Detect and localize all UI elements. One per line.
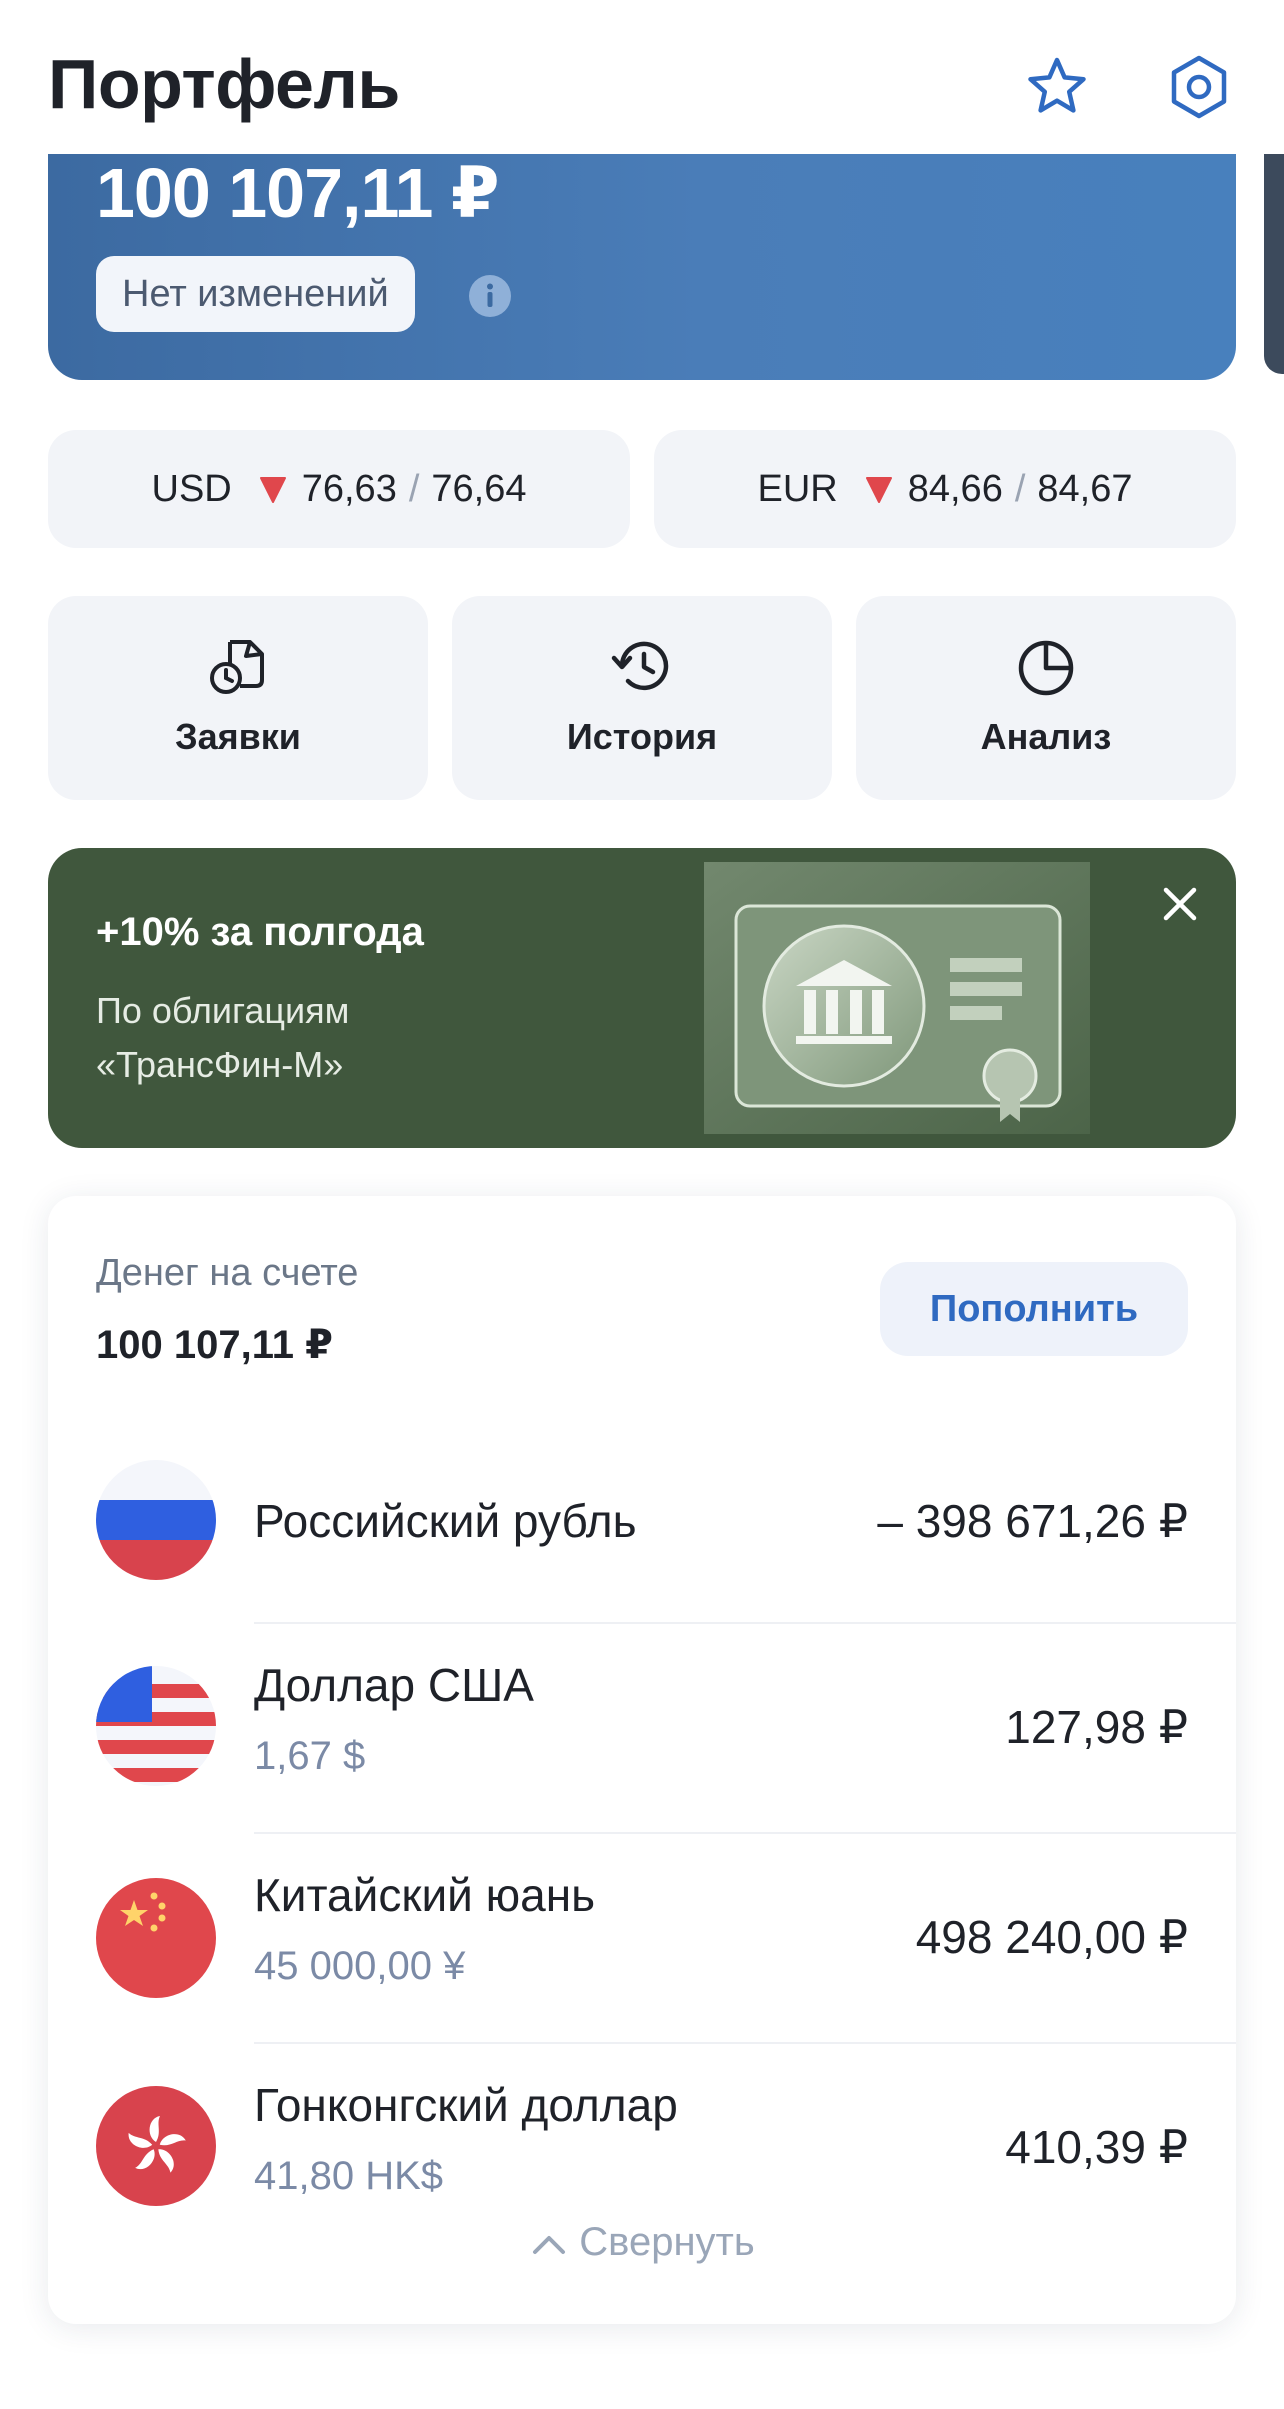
orders-icon bbox=[210, 640, 264, 694]
history-icon bbox=[611, 641, 669, 691]
currency-row-usd[interactable]: Доллар США 1,67 $ 127,98 ₽ bbox=[48, 1624, 1236, 1834]
currency-value: 410,39 ₽ bbox=[1005, 2121, 1188, 2173]
close-icon[interactable] bbox=[1158, 882, 1202, 926]
balance-card[interactable]: 100 107,11 ₽ Нет изменений bbox=[48, 120, 1236, 380]
promo-title: +10% за полгода bbox=[96, 910, 424, 954]
currency-value: 498 240,00 ₽ bbox=[915, 1911, 1188, 1963]
history-button[interactable]: История bbox=[452, 596, 832, 800]
promo-subtitle: По облигациям «ТрансФин-М» bbox=[96, 990, 350, 1085]
rate-code: EUR bbox=[757, 467, 838, 510]
topup-button[interactable]: Пополнить bbox=[880, 1262, 1188, 1356]
next-card-peek[interactable] bbox=[1264, 150, 1284, 374]
russia-flag-icon bbox=[96, 1460, 216, 1580]
hongkong-flag-icon bbox=[96, 2086, 216, 2206]
account-money-card: Денег на счете 100 107,11 ₽ Пополнить Ро… bbox=[48, 1196, 1236, 2324]
money-label: Денег на счете bbox=[96, 1252, 359, 1294]
orders-button[interactable]: Заявки bbox=[48, 596, 428, 800]
analytics-label: Анализ bbox=[980, 716, 1112, 757]
china-flag-icon bbox=[96, 1878, 216, 1998]
rate-buy: 76,63 bbox=[301, 467, 397, 510]
down-triangle-icon bbox=[865, 477, 892, 503]
chevron-up-icon bbox=[533, 2236, 566, 2255]
change-badge: Нет изменений bbox=[96, 256, 415, 332]
rate-separator: / bbox=[1014, 467, 1026, 510]
collapse-button[interactable]: Свернуть bbox=[48, 2220, 1236, 2265]
collapse-label: Свернуть bbox=[579, 2220, 755, 2264]
star-icon[interactable] bbox=[1022, 52, 1092, 122]
usd-rate[interactable]: USD 76,63 / 76,64 bbox=[48, 430, 630, 548]
currency-amount: 41,80 HK$ bbox=[254, 2154, 444, 2198]
orders-label: Заявки bbox=[175, 716, 301, 757]
currency-name: Российский рубль bbox=[254, 1495, 637, 1547]
rate-buy: 84,66 bbox=[907, 467, 1003, 510]
rate-separator: / bbox=[408, 467, 420, 510]
info-icon[interactable] bbox=[468, 274, 512, 318]
bond-certificate-icon bbox=[704, 862, 1090, 1134]
currency-amount: 1,67 $ bbox=[254, 1734, 366, 1778]
money-amount: 100 107,11 ₽ bbox=[96, 1323, 333, 1367]
usa-flag-icon bbox=[96, 1666, 216, 1786]
gear-icon[interactable] bbox=[1164, 52, 1234, 122]
currency-value: 127,98 ₽ bbox=[1005, 1701, 1188, 1753]
portfolio-screen: 100 107,11 ₽ Нет изменений Портфель USD bbox=[0, 0, 1284, 2409]
rate-sell: 84,67 bbox=[1037, 467, 1133, 510]
currency-row-rub[interactable]: Российский рубль – 398 671,26 ₽ bbox=[48, 1414, 1236, 1624]
history-label: История bbox=[566, 716, 718, 757]
rate-sell: 76,64 bbox=[431, 467, 527, 510]
rate-code: USD bbox=[151, 467, 232, 510]
header: Портфель bbox=[0, 0, 1284, 154]
currency-value: – 398 671,26 ₽ bbox=[877, 1495, 1188, 1547]
eur-rate[interactable]: EUR 84,66 / 84,67 bbox=[654, 430, 1236, 548]
promo-banner[interactable]: +10% за полгода По облигациям «ТрансФин-… bbox=[48, 848, 1236, 1148]
currency-row-cny[interactable]: Китайский юань 45 000,00 ¥ 498 240,00 ₽ bbox=[48, 1834, 1236, 2044]
currency-amount: 45 000,00 ¥ bbox=[254, 1944, 466, 1988]
down-triangle-icon bbox=[259, 477, 286, 503]
analytics-pie-icon bbox=[1018, 640, 1074, 696]
currency-name: Гонконгский доллар bbox=[254, 2079, 678, 2131]
page-title: Портфель bbox=[48, 45, 400, 123]
currency-name: Доллар США bbox=[254, 1659, 534, 1711]
analytics-button[interactable]: Анализ bbox=[856, 596, 1236, 800]
balance-amount: 100 107,11 ₽ bbox=[96, 154, 500, 232]
currency-name: Китайский юань bbox=[254, 1869, 596, 1921]
